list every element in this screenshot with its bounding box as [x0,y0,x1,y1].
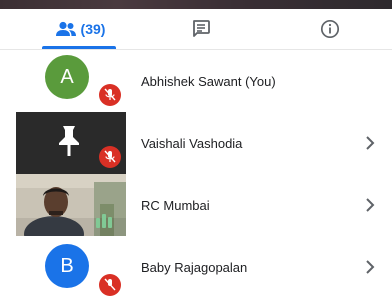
participant-row[interactable]: B Baby Rajagopalan [0,236,392,298]
participant-video-tile [16,174,126,236]
panel-tabs: (39) [0,9,392,49]
avatar-letter: A [60,65,74,88]
participant-tile [16,112,126,174]
mic-off-icon [99,84,121,106]
chevron-right-icon[interactable] [360,257,380,277]
chevron-right-icon[interactable] [360,133,380,153]
participant-name: Abhishek Sawant (You) [141,73,276,89]
tab-people[interactable]: (39) [30,9,130,49]
avatar: B [45,244,89,288]
participant-count: (39) [80,21,106,37]
avatar: A [45,55,89,99]
participant-row[interactable]: RC Mumbai [0,174,392,236]
video-preview-strip [0,0,392,9]
chat-icon [193,20,210,37]
avatar-letter: B [60,254,74,277]
tab-info[interactable] [310,9,350,49]
participant-name: Baby Rajagopalan [141,259,248,275]
pin-icon [59,126,79,156]
participant-row[interactable]: Vaishali Vashodia [0,112,392,174]
people-icon [55,21,76,36]
tab-chat[interactable] [180,9,222,49]
participant-name: RC Mumbai [141,197,210,213]
mic-off-icon [99,146,121,168]
participant-tile: A [16,50,126,112]
chevron-right-icon[interactable] [360,195,380,215]
speaking-indicator [96,214,112,228]
participant-tile: B [16,236,126,298]
participant-row[interactable]: A Abhishek Sawant (You) [0,50,392,112]
participant-name: Vaishali Vashodia [141,135,243,151]
info-icon [320,19,340,39]
mic-off-icon [99,274,121,296]
